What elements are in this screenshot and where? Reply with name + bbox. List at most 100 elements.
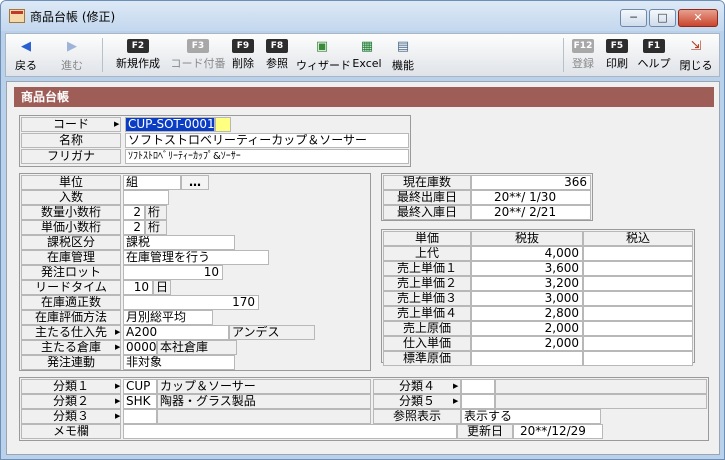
warehouse-label: 主たる倉庫: [21, 340, 121, 355]
ref-display-field[interactable]: 表示する: [461, 409, 601, 424]
unit-field[interactable]: 組: [123, 175, 181, 190]
f8-key-icon: F8: [266, 39, 288, 53]
price-row-label: 仕入単価: [383, 336, 471, 351]
excel-button[interactable]: ▦ Excel: [350, 36, 384, 74]
reference-button[interactable]: F8 参照: [262, 36, 292, 74]
price-excl-field[interactable]: 3,000: [471, 291, 583, 306]
code-number-button[interactable]: F3 コード付番: [170, 36, 226, 74]
price-incl-field[interactable]: [583, 261, 693, 276]
register-button[interactable]: F12 登録: [568, 36, 598, 74]
price-incl-field[interactable]: [583, 336, 693, 351]
lead-field[interactable]: 10: [123, 280, 153, 295]
lot-field[interactable]: 10: [123, 265, 223, 280]
app-window: 商品台帳 (修正) ─ □ ✕ ◀ 戻る ▶ 進む F2 新規作成 F3 コード付番 F…: [0, 0, 725, 460]
updated-value: 20**/12/29: [513, 424, 603, 439]
lot-label: 発注ロット: [21, 265, 121, 280]
class1-code-field[interactable]: CUP: [123, 379, 157, 394]
unit-lookup-button[interactable]: …: [181, 175, 209, 190]
price-header-unit: 単価: [383, 231, 471, 246]
irisu-label: 入数: [21, 190, 121, 205]
last-in-date-value: 20**/ 2/21: [471, 205, 591, 220]
f5-key-icon: F5: [606, 39, 628, 53]
tax-field[interactable]: 課税: [123, 235, 235, 250]
price-digits-field[interactable]: 2: [123, 220, 145, 235]
lead-label: リードタイム: [21, 280, 121, 295]
name-field[interactable]: ソフトストロベリーティーカップ＆ソーサー: [125, 133, 409, 148]
price-row-label: 標準原価: [383, 351, 471, 366]
irisu-field[interactable]: [123, 190, 169, 205]
price-incl-field[interactable]: [583, 351, 693, 366]
close-window-button[interactable]: ✕: [678, 9, 718, 27]
forward-arrow-icon: ▶: [67, 39, 77, 54]
price-header-incl: 税込: [583, 231, 693, 246]
new-button[interactable]: F2 新規作成: [108, 36, 168, 74]
warehouse-code-field[interactable]: 0000: [123, 340, 157, 355]
toolbar-separator: [102, 38, 103, 72]
arrow-icon: ▶: [115, 343, 121, 351]
ledger-icon: [9, 9, 25, 23]
price-row-label: 売上単価１: [383, 261, 471, 276]
price-excl-field[interactable]: 3,600: [471, 261, 583, 276]
class2-name: 陶器・グラス製品: [157, 394, 371, 409]
f12-key-icon: F12: [572, 39, 594, 53]
price-incl-field[interactable]: [583, 291, 693, 306]
supplier-label: 主たる仕入先: [21, 325, 121, 340]
class5-code-field[interactable]: [461, 394, 495, 409]
class4-code-field[interactable]: [461, 379, 495, 394]
price-excl-field[interactable]: 2,000: [471, 336, 583, 351]
price-row-label: 売上単価２: [383, 276, 471, 291]
title-bar: 商品台帳 (修正) ─ □ ✕: [1, 1, 724, 31]
price-excl-field[interactable]: 3,200: [471, 276, 583, 291]
memo-field[interactable]: [123, 424, 457, 439]
arrow-icon: ▶: [453, 382, 459, 390]
qty-digits-label: 数量小数桁: [21, 205, 121, 220]
stock-mgmt-field[interactable]: 在庫管理を行う: [123, 250, 269, 265]
last-in-date-label: 最終入庫日: [383, 205, 471, 220]
forward-button[interactable]: ▶ 進む: [50, 36, 94, 74]
arrow-icon: ▶: [115, 382, 121, 390]
price-incl-field[interactable]: [583, 246, 693, 261]
help-button[interactable]: F1 ヘルプ: [635, 36, 673, 74]
price-excl-field[interactable]: 4,000: [471, 246, 583, 261]
last-out-date-label: 最終出庫日: [383, 190, 471, 205]
arrow-icon: ▶: [114, 120, 120, 128]
qty-digits-field[interactable]: 2: [123, 205, 145, 220]
kana-label: フリガナ: [21, 149, 121, 164]
order-link-field[interactable]: 非対象: [123, 355, 235, 370]
minimize-button[interactable]: ─: [620, 9, 647, 27]
supplier-code-field[interactable]: A200: [123, 325, 229, 340]
price-excl-field[interactable]: 2,000: [471, 321, 583, 336]
wizard-button[interactable]: ▣ ウィザード: [296, 36, 351, 74]
price-digits-unit: 桁: [145, 220, 167, 235]
print-button[interactable]: F5 印刷: [602, 36, 632, 74]
eval-field[interactable]: 月別総平均: [123, 310, 213, 325]
class4-name: [495, 379, 707, 394]
function-button[interactable]: ▤ 機能: [388, 36, 418, 74]
code-field-cursor: [215, 117, 231, 132]
eval-label: 在庫評価方法: [21, 310, 121, 325]
function-icon: ▤: [396, 39, 410, 54]
kana-field[interactable]: ｿﾌﾄｽﾄﾛﾍﾞﾘｰﾃｨｰｶｯﾌﾟ&ｿｰｻｰ: [125, 149, 409, 164]
back-button[interactable]: ◀ 戻る: [8, 36, 44, 74]
close-button[interactable]: ⇲ 閉じる: [676, 36, 716, 74]
f3-key-icon: F3: [187, 39, 209, 53]
price-incl-field[interactable]: [583, 306, 693, 321]
excel-icon: ▦: [360, 39, 374, 54]
delete-button[interactable]: F9 削除: [228, 36, 258, 74]
class2-code-field[interactable]: SHK: [123, 394, 157, 409]
price-incl-field[interactable]: [583, 321, 693, 336]
class5-label: 分類５: [373, 394, 461, 409]
proper-field[interactable]: 170: [123, 295, 259, 310]
price-row-label: 上代: [383, 246, 471, 261]
class3-code-field[interactable]: [123, 409, 157, 424]
code-field[interactable]: CUP-SOT-0001: [125, 117, 215, 132]
ref-display-label: 参照表示: [373, 409, 461, 424]
maximize-button[interactable]: □: [649, 9, 676, 27]
qty-digits-unit: 桁: [145, 205, 167, 220]
price-excl-field[interactable]: [471, 351, 583, 366]
price-excl-field[interactable]: 2,800: [471, 306, 583, 321]
price-incl-field[interactable]: [583, 276, 693, 291]
class3-label: 分類３: [21, 409, 121, 424]
name-label: 名称: [21, 133, 121, 148]
back-arrow-icon: ◀: [21, 39, 31, 54]
